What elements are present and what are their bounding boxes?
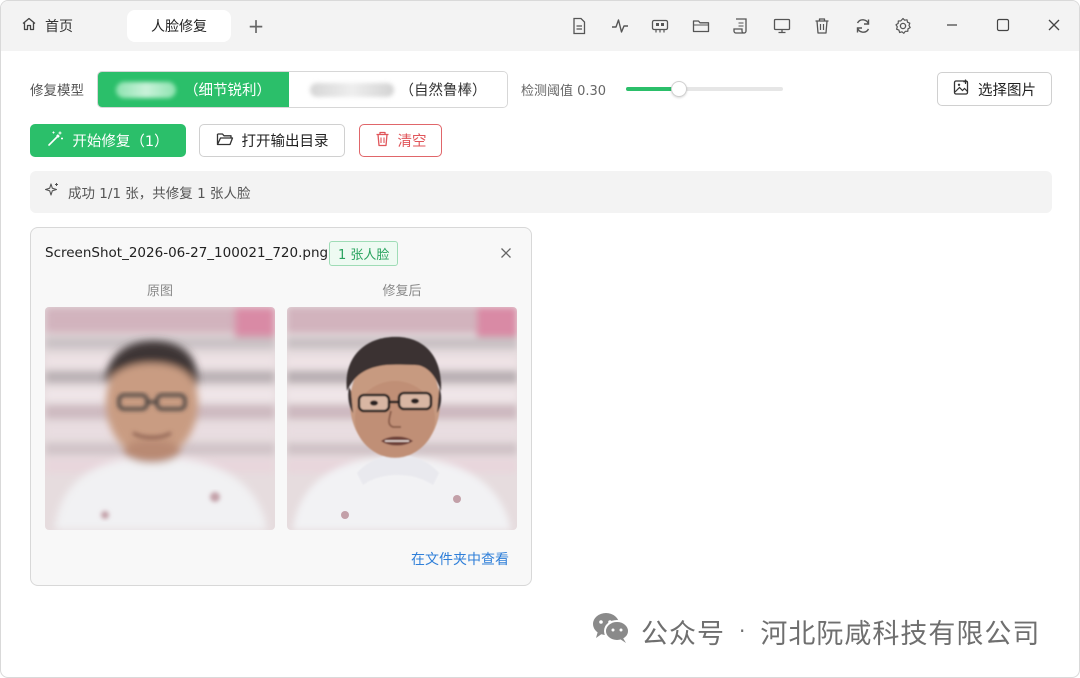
- model-label: 修复模型: [30, 83, 84, 99]
- settings-icon[interactable]: [893, 15, 913, 37]
- sparkle-icon: [44, 182, 60, 202]
- model-selector: （细节锐利） （自然鲁棒）: [97, 71, 508, 108]
- image-add-icon: [953, 79, 970, 100]
- model-option-robust[interactable]: （自然鲁棒）: [289, 72, 507, 107]
- start-restore-label: 开始修复（1）: [72, 134, 169, 150]
- scroll-icon[interactable]: [731, 15, 751, 37]
- trash-icon[interactable]: [812, 15, 832, 37]
- minimize-icon: [945, 17, 959, 36]
- restored-label: 修复后: [382, 284, 422, 299]
- remove-result-button[interactable]: [497, 244, 515, 262]
- home-icon: [21, 16, 37, 36]
- status-bar: 成功 1/1 张，共修复 1 张人脸: [30, 171, 1052, 213]
- watermark-channel: 公众号: [641, 618, 725, 650]
- tab-face-restore-label: 人脸修复: [151, 19, 207, 35]
- magic-wand-icon: [47, 130, 64, 151]
- tab-home-label: 首页: [45, 19, 73, 35]
- clear-button[interactable]: 清空: [359, 124, 442, 157]
- maximize-button[interactable]: [990, 13, 1016, 39]
- document-icon[interactable]: [569, 15, 589, 37]
- refresh-icon[interactable]: [853, 15, 873, 37]
- watermark-company: 河北阮咸科技有限公司: [760, 618, 1041, 650]
- title-bar: 首页 人脸修复 +: [1, 1, 1079, 51]
- folder-icon[interactable]: [691, 15, 711, 37]
- wechat-icon: [591, 611, 631, 652]
- redacted-model-name: [116, 81, 177, 98]
- select-image-button[interactable]: 选择图片: [937, 72, 1052, 106]
- model-option-sharp[interactable]: （细节锐利）: [98, 72, 290, 107]
- app-window: 首页 人脸修复 + 修复模型 （细节锐利） （自然鲁棒） 检测阈值 0.30 选…: [0, 0, 1080, 678]
- threshold-label: 检测阈值 0.30: [521, 84, 607, 99]
- face-count-badge: 1 张人脸: [329, 241, 399, 266]
- model-option-robust-label: （自然鲁棒）: [399, 83, 487, 99]
- redacted-model-name: [309, 82, 394, 97]
- view-in-folder-link[interactable]: 在文件夹中查看: [411, 549, 509, 569]
- status-text: 成功 1/1 张，共修复 1 张人脸: [68, 186, 251, 202]
- original-image[interactable]: [45, 307, 275, 530]
- chip-icon[interactable]: [650, 15, 670, 37]
- result-filename: ScreenShot_2026-06-27_100021_720.png: [45, 245, 329, 261]
- add-tab-button[interactable]: +: [245, 13, 267, 39]
- result-card: ScreenShot_2026-06-27_100021_720.png 1 张…: [30, 227, 532, 586]
- minimize-button[interactable]: [939, 13, 965, 39]
- close-icon: [1047, 17, 1061, 36]
- plus-icon: +: [247, 14, 265, 38]
- tab-face-restore[interactable]: 人脸修复: [127, 10, 231, 42]
- original-label: 原图: [146, 284, 173, 299]
- threshold-slider[interactable]: [626, 81, 783, 97]
- restored-image[interactable]: [287, 307, 517, 530]
- folder-open-icon: [216, 131, 234, 151]
- watermark: 公众号 · 河北阮咸科技有限公司: [591, 611, 1041, 652]
- slider-thumb[interactable]: [671, 81, 687, 97]
- watermark-separator: ·: [739, 619, 747, 643]
- monitor-icon[interactable]: [772, 15, 792, 37]
- maximize-icon: [996, 17, 1010, 36]
- tab-home[interactable]: 首页: [21, 11, 73, 41]
- clear-label: 清空: [397, 134, 427, 150]
- open-output-folder-label: 打开输出目录: [241, 134, 329, 150]
- pulse-icon[interactable]: [610, 15, 630, 37]
- close-icon: [500, 244, 512, 263]
- model-option-sharp-label: （细节锐利）: [184, 83, 272, 99]
- close-window-button[interactable]: [1041, 13, 1067, 39]
- start-restore-button[interactable]: 开始修复（1）: [30, 124, 186, 157]
- select-image-label: 选择图片: [978, 82, 1036, 99]
- open-output-folder-button[interactable]: 打开输出目录: [199, 124, 345, 157]
- trash-icon: [375, 131, 390, 151]
